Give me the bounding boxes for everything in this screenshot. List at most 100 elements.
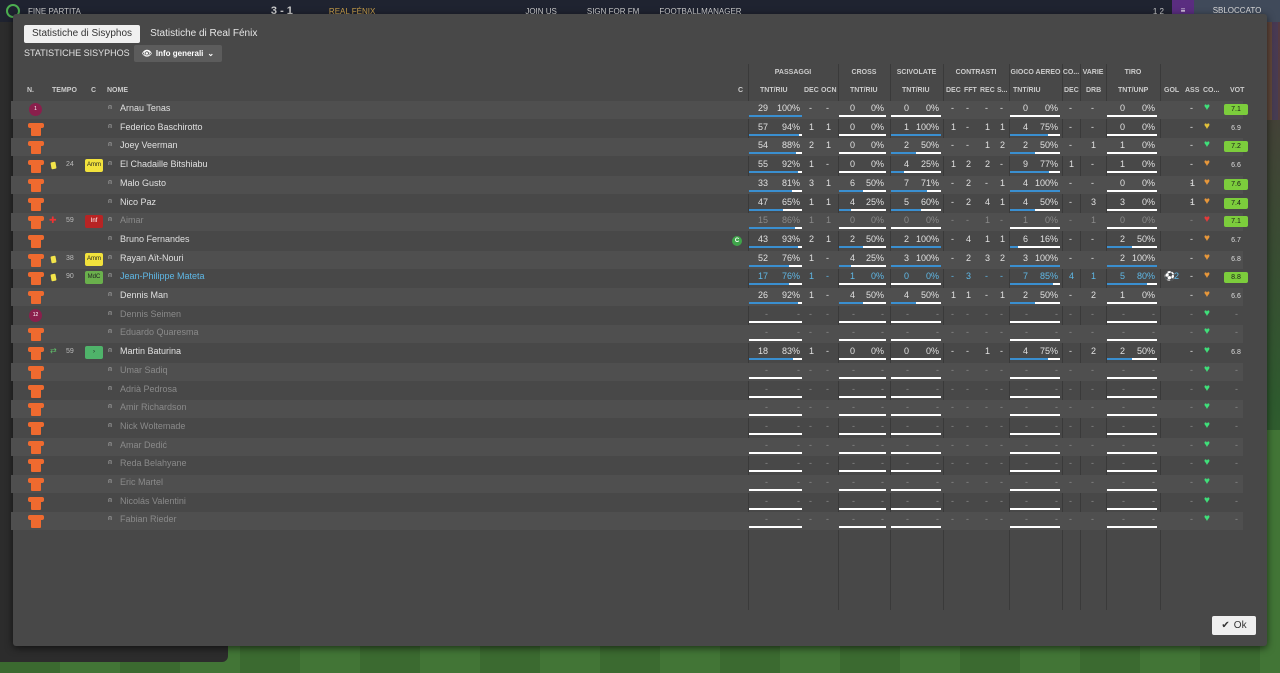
column-header-ass[interactable]: ASS bbox=[1185, 87, 1199, 94]
player-name[interactable]: Dennis Man bbox=[120, 290, 168, 300]
ok-label: Ok bbox=[1233, 620, 1247, 631]
assists-value: - bbox=[1190, 402, 1193, 413]
dec-value: 2 bbox=[809, 233, 815, 244]
player-name[interactable]: Jean-Philippe Mateta bbox=[120, 271, 205, 281]
column-header-fft[interactable]: FFT bbox=[964, 87, 977, 94]
aer-percent: - bbox=[1055, 477, 1058, 487]
column-header-tiro[interactable]: TNT/UNP bbox=[1118, 87, 1148, 94]
player-name[interactable]: Malo Gusto bbox=[120, 178, 166, 188]
tiro-percent: 0% bbox=[1141, 290, 1155, 300]
tiro-percent: - bbox=[1152, 477, 1155, 487]
drb-value: 1 bbox=[1091, 140, 1097, 151]
aer-bar bbox=[1010, 432, 1060, 435]
assists-value: - bbox=[1190, 346, 1193, 357]
player-name[interactable]: Fabian Rieder bbox=[120, 514, 177, 524]
sciv-percent: 25% bbox=[920, 159, 939, 170]
rating-value: 6.8 bbox=[1231, 255, 1241, 263]
drb-value: 3 bbox=[1091, 196, 1097, 207]
column-header-vot[interactable]: VOT bbox=[1230, 87, 1244, 94]
player-name[interactable]: Bruno Fernandes bbox=[120, 234, 190, 244]
s-value: - bbox=[1000, 159, 1003, 170]
player-name[interactable]: Eric Martel bbox=[120, 477, 163, 487]
player-name[interactable]: Nicolás Valentini bbox=[120, 496, 186, 506]
column-header-s[interactable]: S... bbox=[997, 87, 1008, 94]
column-header-sciv[interactable]: TNT/RIU bbox=[902, 87, 930, 94]
pas-percent: 94% bbox=[781, 121, 800, 132]
cdec-value: - bbox=[951, 103, 954, 113]
condition-heart-icon: ♥ bbox=[1204, 419, 1210, 431]
codec-value: 1 bbox=[1069, 159, 1075, 170]
player-name[interactable]: Rayan Aït-Nouri bbox=[120, 253, 184, 263]
group-header: VARIE bbox=[1082, 69, 1104, 76]
player-name[interactable]: Adrià Pedrosa bbox=[120, 384, 177, 394]
column-header-co[interactable]: CO... bbox=[1203, 87, 1219, 94]
view-dropdown[interactable]: 👁 Info generali ⌄ bbox=[133, 44, 223, 62]
aer-bar bbox=[1010, 451, 1060, 454]
fft-value: - bbox=[966, 364, 969, 375]
player-name[interactable]: Eduardo Quaresma bbox=[120, 327, 199, 337]
cross-bar bbox=[839, 451, 886, 454]
ok-button[interactable]: ✔ Ok bbox=[1212, 616, 1256, 635]
fft-value: - bbox=[966, 495, 969, 506]
s-value: - bbox=[1000, 458, 1003, 469]
player-name[interactable]: Amar Dedić bbox=[120, 440, 167, 450]
player-icon: ⍝ bbox=[108, 160, 113, 168]
tiro-bar bbox=[1107, 395, 1157, 398]
column-header-ocn[interactable]: OCN bbox=[821, 87, 837, 94]
column-header-tempo[interactable]: TEMPO bbox=[52, 87, 77, 94]
column-header-c[interactable]: C bbox=[91, 87, 96, 94]
tiro-bar bbox=[1107, 526, 1157, 529]
column-header-codec[interactable]: DEC bbox=[1064, 87, 1079, 94]
ocn-value: - bbox=[826, 477, 829, 487]
ocn-value: - bbox=[826, 290, 829, 300]
cdec-value: - bbox=[951, 140, 954, 151]
cross-bar bbox=[839, 208, 886, 211]
rec-value: - bbox=[985, 514, 988, 525]
tab-away-stats[interactable]: Statistiche di Real Fénix bbox=[142, 25, 265, 43]
condition-heart-icon: ♥ bbox=[1204, 251, 1210, 263]
column-header-n[interactable]: N. bbox=[27, 87, 34, 94]
player-name[interactable]: Federico Baschirotto bbox=[120, 122, 203, 132]
rec-value: 1 bbox=[985, 346, 991, 357]
cdec-value: - bbox=[951, 233, 954, 244]
player-name[interactable]: Martin Baturina bbox=[120, 346, 181, 356]
player-name[interactable]: El Chadaille Bitshiabu bbox=[120, 159, 208, 169]
player-name[interactable]: Arnau Tenas bbox=[120, 103, 170, 113]
column-header-rec[interactable]: REC bbox=[980, 87, 995, 94]
dec-value: 3 bbox=[809, 177, 815, 188]
column-header-cap[interactable]: C bbox=[738, 87, 743, 94]
pas-bar bbox=[749, 470, 802, 473]
player-name[interactable]: Reda Belahyane bbox=[120, 458, 187, 468]
column-header-gol[interactable]: GOL bbox=[1164, 87, 1179, 94]
player-name[interactable]: Nico Paz bbox=[120, 197, 156, 207]
sciv-percent: - bbox=[936, 364, 939, 375]
column-header-pas[interactable]: TNT/RIU bbox=[760, 87, 788, 94]
player-name[interactable]: Joey Veerman bbox=[120, 140, 178, 150]
column-header-cdec[interactable]: DEC bbox=[946, 87, 961, 94]
ocn-value: - bbox=[826, 271, 829, 282]
drb-value: - bbox=[1091, 327, 1094, 338]
dec-value: - bbox=[809, 364, 812, 375]
player-name[interactable]: Aimar bbox=[120, 215, 144, 225]
pas-bar bbox=[749, 451, 802, 454]
drb-value: - bbox=[1091, 420, 1094, 431]
column-header-dec[interactable]: DEC bbox=[804, 87, 819, 94]
drb-value: - bbox=[1091, 439, 1094, 450]
column-header-nome[interactable]: NOME bbox=[107, 87, 128, 94]
player-icon: ⍝ bbox=[108, 403, 113, 411]
shirt-icon bbox=[28, 458, 44, 473]
column-header-drb[interactable]: DRB bbox=[1086, 87, 1101, 94]
column-header-aer[interactable]: TNT/RIU bbox=[1013, 87, 1041, 94]
player-name[interactable]: Amir Richardson bbox=[120, 402, 187, 412]
tab-home-stats[interactable]: Statistiche di Sisyphos bbox=[24, 25, 141, 43]
group-header: CONTRASTI bbox=[955, 69, 997, 76]
pas-bar bbox=[749, 302, 802, 304]
ocn-value: 1 bbox=[826, 140, 832, 151]
aer-bar bbox=[1010, 208, 1060, 211]
player-name[interactable]: Dennis Seimen bbox=[120, 309, 181, 319]
player-icon: ⍝ bbox=[108, 104, 113, 111]
column-header-cross[interactable]: TNT/RIU bbox=[850, 87, 878, 94]
cdec-value: - bbox=[951, 177, 954, 188]
player-name[interactable]: Nick Woltemade bbox=[120, 421, 185, 431]
player-name[interactable]: Umar Sadiq bbox=[120, 365, 168, 375]
